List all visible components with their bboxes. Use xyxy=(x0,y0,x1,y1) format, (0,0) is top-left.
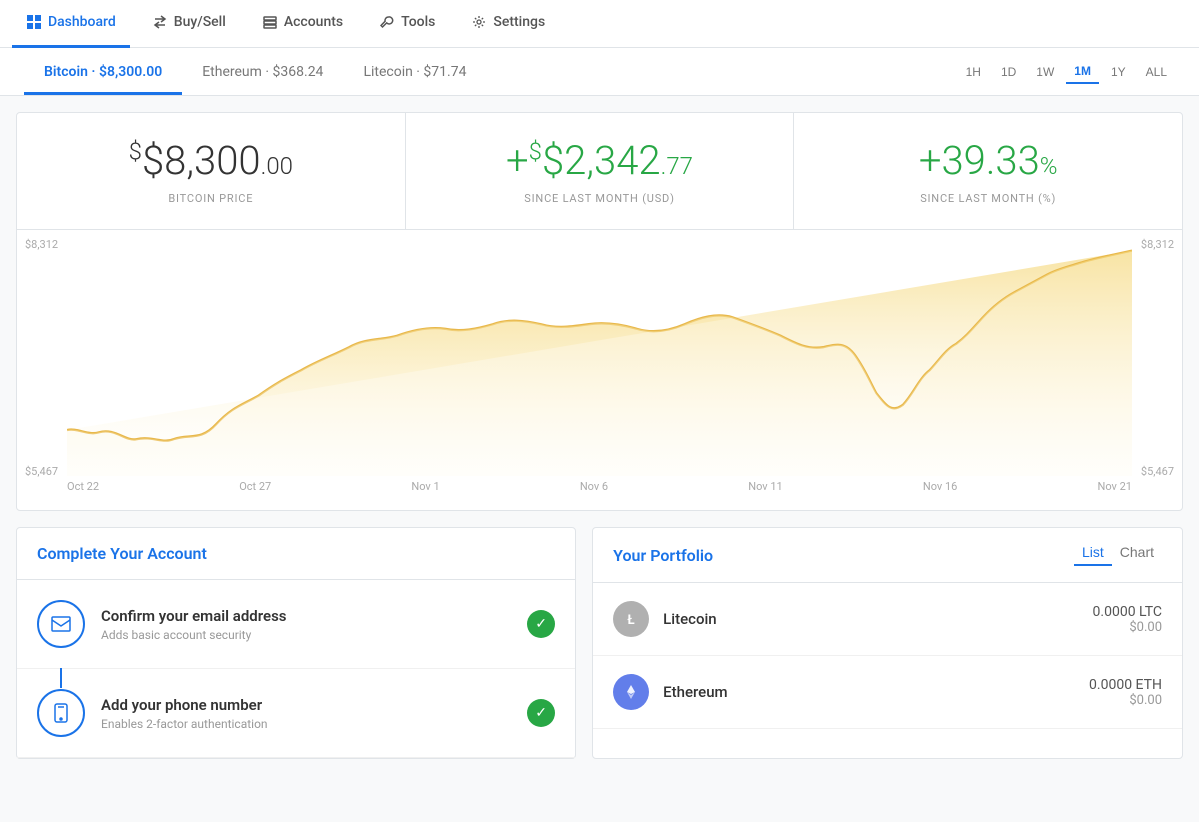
pct-change-label: SINCE LAST MONTH (%) xyxy=(814,192,1162,205)
grid-icon xyxy=(26,14,42,30)
portfolio-chart-view-btn[interactable]: Chart xyxy=(1112,544,1162,566)
nav-accounts[interactable]: Accounts xyxy=(248,0,357,48)
price-chart-svg xyxy=(67,246,1132,476)
time-btn-1h[interactable]: 1H xyxy=(958,61,989,83)
eth-icon xyxy=(613,674,649,710)
arrows-icon xyxy=(152,14,168,30)
gear-icon xyxy=(471,14,487,30)
eth-name: Ethereum xyxy=(663,683,1075,701)
step-email: Confirm your email address Adds basic ac… xyxy=(17,580,575,669)
svg-text:Ł: Ł xyxy=(628,613,635,628)
stat-pct-change: +39.33% SINCE LAST MONTH (%) xyxy=(794,113,1182,229)
email-step-desc: Adds basic account security xyxy=(101,628,511,642)
nav-tools[interactable]: Tools xyxy=(365,0,449,48)
portfolio-panel-title: Your Portfolio xyxy=(613,546,713,565)
phone-step-content: Add your phone number Enables 2-factor a… xyxy=(101,696,511,731)
eth-amount: 0.0000 ETH xyxy=(1089,677,1162,693)
time-btn-1w[interactable]: 1W xyxy=(1028,61,1062,83)
time-btn-1y[interactable]: 1Y xyxy=(1103,61,1134,83)
chart-svg-area xyxy=(67,246,1132,476)
chart-section: $$8,300.00 BITCOIN PRICE +$$2,342.77 SIN… xyxy=(16,112,1183,511)
email-step-icon xyxy=(37,600,85,648)
chart-y-labels-left: $8,312 $5,467 xyxy=(25,238,58,478)
ltc-balance: 0.0000 LTC $0.00 xyxy=(1093,604,1162,635)
portfolio-panel: Your Portfolio List Chart Ł Litecoin 0.0… xyxy=(592,527,1183,759)
email-step-content: Confirm your email address Adds basic ac… xyxy=(101,607,511,642)
account-panel-header: Complete Your Account xyxy=(17,528,575,580)
portfolio-item-eth: Ethereum 0.0000 ETH $0.00 xyxy=(593,656,1182,729)
price-tabs-bar: Bitcoin · $8,300.00 Ethereum · $368.24 L… xyxy=(0,48,1199,96)
time-btn-all[interactable]: ALL xyxy=(1138,61,1175,83)
eth-balance: 0.0000 ETH $0.00 xyxy=(1089,677,1162,708)
ltc-icon: Ł xyxy=(613,601,649,637)
stats-row: $$8,300.00 BITCOIN PRICE +$$2,342.77 SIN… xyxy=(17,113,1182,230)
price-tab-bitcoin[interactable]: Bitcoin · $8,300.00 xyxy=(24,48,182,95)
step-phone: Add your phone number Enables 2-factor a… xyxy=(17,669,575,758)
portfolio-panel-header: Your Portfolio List Chart xyxy=(593,528,1182,583)
main-nav: Dashboard Buy/Sell Accounts Tools Settin… xyxy=(0,0,1199,48)
bottom-panels: Complete Your Account Confirm your email… xyxy=(16,527,1183,759)
chart-x-labels: Oct 22 Oct 27 Nov 1 Nov 6 Nov 11 Nov 16 … xyxy=(17,476,1182,493)
nav-settings[interactable]: Settings xyxy=(457,0,559,48)
email-step-check: ✓ xyxy=(527,610,555,638)
email-step-title: Confirm your email address xyxy=(101,607,511,625)
eth-usd: $0.00 xyxy=(1089,693,1162,708)
nav-dashboard[interactable]: Dashboard xyxy=(12,0,130,48)
phone-step-icon xyxy=(37,689,85,737)
price-tab-list: Bitcoin · $8,300.00 Ethereum · $368.24 L… xyxy=(24,48,486,95)
ltc-usd: $0.00 xyxy=(1093,620,1162,635)
bitcoin-price-value: $$8,300.00 xyxy=(37,137,385,184)
step-connector-line xyxy=(60,668,62,688)
stat-price: $$8,300.00 BITCOIN PRICE xyxy=(17,113,406,229)
phone-step-check: ✓ xyxy=(527,699,555,727)
account-completion-panel: Complete Your Account Confirm your email… xyxy=(16,527,576,759)
stat-usd-change: +$$2,342.77 SINCE LAST MONTH (USD) xyxy=(406,113,795,229)
usd-change-value: +$$2,342.77 xyxy=(426,137,774,184)
usd-change-label: SINCE LAST MONTH (USD) xyxy=(426,192,774,205)
ltc-amount: 0.0000 LTC xyxy=(1093,604,1162,620)
portfolio-list-view-btn[interactable]: List xyxy=(1074,544,1112,566)
chart-y-labels-right: $8,312 $5,467 xyxy=(1141,238,1174,478)
price-chart-container: $8,312 $5,467 $8,312 $5,467 Oct 22 xyxy=(17,230,1182,510)
phone-step-title: Add your phone number xyxy=(101,696,511,714)
price-tab-litecoin[interactable]: Litecoin · $71.74 xyxy=(343,48,486,95)
portfolio-view-toggle: List Chart xyxy=(1074,544,1162,566)
phone-step-desc: Enables 2-factor authentication xyxy=(101,717,511,731)
portfolio-item-ltc: Ł Litecoin 0.0000 LTC $0.00 xyxy=(593,583,1182,656)
layers-icon xyxy=(262,14,278,30)
wrench-icon xyxy=(379,14,395,30)
time-filter-group: 1H 1D 1W 1M 1Y ALL xyxy=(958,60,1175,84)
price-label: BITCOIN PRICE xyxy=(37,192,385,205)
nav-buysell[interactable]: Buy/Sell xyxy=(138,0,240,48)
pct-change-value: +39.33% xyxy=(814,137,1162,184)
time-btn-1m[interactable]: 1M xyxy=(1066,60,1099,84)
time-btn-1d[interactable]: 1D xyxy=(993,61,1024,83)
price-tab-ethereum[interactable]: Ethereum · $368.24 xyxy=(182,48,343,95)
ltc-name: Litecoin xyxy=(663,610,1078,628)
account-panel-title: Complete Your Account xyxy=(37,544,207,563)
